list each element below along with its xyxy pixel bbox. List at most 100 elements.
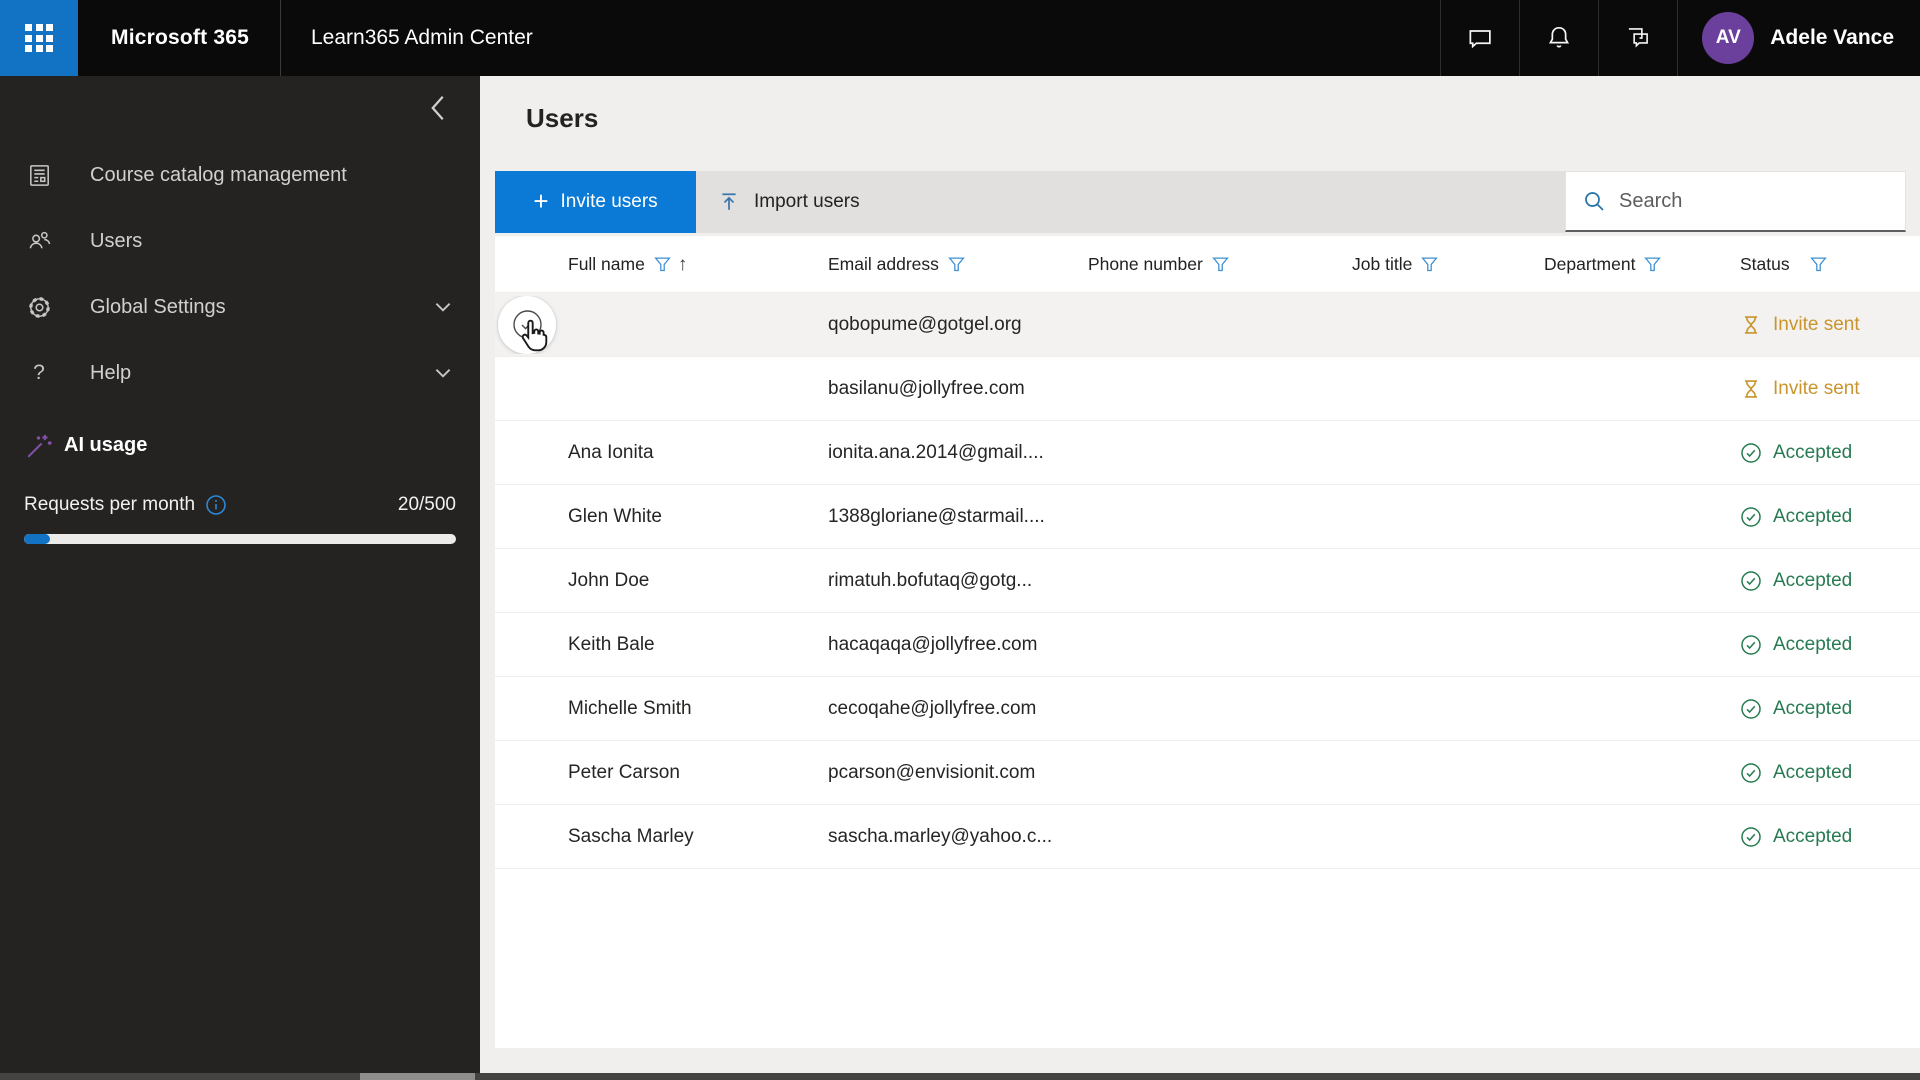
- cell-full-name: Keith Bale: [568, 634, 828, 656]
- import-users-button[interactable]: Import users: [696, 171, 1565, 233]
- cell-email: cecoqahe@jollyfree.com: [828, 698, 1088, 720]
- invite-sent-hourglass-icon: [1740, 378, 1762, 400]
- cell-email: rimatuh.bofutaq@gotg...: [828, 570, 1088, 592]
- account-menu[interactable]: AV Adele Vance: [1677, 0, 1920, 76]
- status-text: Accepted: [1773, 762, 1852, 784]
- chevron-down-icon[interactable]: [432, 296, 454, 318]
- table-row[interactable]: Ana Ionita ionita.ana.2014@gmail.... Acc…: [495, 421, 1920, 485]
- status-text: Invite sent: [1773, 378, 1860, 400]
- requests-per-month-row: Requests per month 20/500: [24, 494, 456, 516]
- accepted-check-icon: [1740, 506, 1762, 528]
- cell-status: Accepted: [1740, 570, 1920, 592]
- cell-email: hacaqaqa@jollyfree.com: [828, 634, 1088, 656]
- table-row[interactable]: John Doe rimatuh.bofutaq@gotg... Accepte…: [495, 549, 1920, 613]
- invite-users-label: Invite users: [561, 191, 658, 213]
- table-row[interactable]: basilanu@jollyfree.com Invite sent: [495, 357, 1920, 421]
- accepted-check-icon: [1740, 826, 1762, 848]
- messages-button[interactable]: [1440, 0, 1519, 76]
- avatar[interactable]: AV: [1702, 12, 1754, 64]
- help-icon: ?: [24, 358, 54, 388]
- requests-label: Requests per month: [24, 494, 195, 516]
- feedback-button[interactable]: [1598, 0, 1677, 76]
- header-email-address[interactable]: Email address: [828, 254, 1088, 275]
- cell-status: Accepted: [1740, 442, 1920, 464]
- table-row[interactable]: Peter Carson pcarson@envisionit.com Acce…: [495, 741, 1920, 805]
- status-text: Accepted: [1773, 442, 1852, 464]
- cell-full-name: Ana Ionita: [568, 442, 828, 464]
- chevron-down-icon[interactable]: [432, 362, 454, 384]
- learn365-admin-center: Microsoft 365 Learn365 Admin Center: [0, 0, 1920, 1080]
- status-text: Invite sent: [1773, 314, 1860, 336]
- status-text: Accepted: [1773, 698, 1852, 720]
- table-row[interactable]: qobopume@gotgel.org Invite sent: [495, 293, 1920, 357]
- usage-progress-fill: [24, 534, 50, 544]
- usage-progress-bar: [24, 534, 456, 544]
- sort-ascending-icon[interactable]: ↑: [678, 255, 688, 274]
- gear-icon: [24, 292, 54, 322]
- header-phone-number[interactable]: Phone number: [1088, 254, 1352, 275]
- sidebar-item-ai-usage[interactable]: AI usage: [24, 420, 456, 470]
- row-select-cell[interactable]: [495, 296, 568, 354]
- table-row[interactable]: Keith Bale hacaqaqa@jollyfree.com Accept…: [495, 613, 1920, 677]
- cell-full-name: Glen White: [568, 506, 828, 528]
- cell-full-name: Michelle Smith: [568, 698, 828, 720]
- catalog-icon: [24, 160, 54, 190]
- chevron-left-icon: [424, 93, 454, 123]
- header-status[interactable]: Status: [1740, 254, 1920, 275]
- table-row[interactable]: Sascha Marley sascha.marley@yahoo.c... A…: [495, 805, 1920, 869]
- brand-microsoft-365[interactable]: Microsoft 365: [78, 0, 280, 76]
- sidebar-nav-list: Course catalog management Users Global S…: [0, 142, 480, 406]
- status-text: Accepted: [1773, 570, 1852, 592]
- cell-email: pcarson@envisionit.com: [828, 762, 1088, 784]
- filter-icon[interactable]: [1212, 256, 1229, 273]
- cell-status: Accepted: [1740, 506, 1920, 528]
- invite-users-button[interactable]: + Invite users: [495, 171, 696, 233]
- app-title: Learn365 Admin Center: [281, 0, 563, 76]
- header-full-name[interactable]: Full name ↑: [568, 254, 828, 275]
- accepted-check-icon: [1740, 634, 1762, 656]
- page-title: Users: [526, 103, 598, 134]
- sidebar-nav: Course catalog management Users Global S…: [0, 76, 480, 1073]
- requests-value: 20/500: [398, 494, 456, 516]
- invite-sent-hourglass-icon: [1740, 314, 1762, 336]
- accepted-check-icon: [1740, 442, 1762, 464]
- import-users-label: Import users: [754, 191, 860, 213]
- sidebar-item-help[interactable]: ? Help: [0, 340, 480, 406]
- cell-status: Accepted: [1740, 826, 1920, 848]
- cell-status: Accepted: [1740, 634, 1920, 656]
- users-table: Full name ↑ Email address Phone number J…: [495, 236, 1920, 869]
- toolbar: + Invite users Import users: [495, 171, 1906, 233]
- collapse-sidebar-button[interactable]: [424, 93, 454, 123]
- accepted-check-icon: [1740, 570, 1762, 592]
- filter-icon[interactable]: [654, 256, 671, 273]
- cell-email: sascha.marley@yahoo.c...: [828, 826, 1088, 848]
- accepted-check-icon: [1740, 698, 1762, 720]
- table-row[interactable]: Glen White 1388gloriane@starmail.... Acc…: [495, 485, 1920, 549]
- horizontal-scrollbar[interactable]: [0, 1073, 1920, 1080]
- table-row[interactable]: Michelle Smith cecoqahe@jollyfree.com Ac…: [495, 677, 1920, 741]
- search-icon: [1583, 190, 1606, 213]
- notifications-button[interactable]: [1519, 0, 1598, 76]
- cell-full-name: Peter Carson: [568, 762, 828, 784]
- cell-email: ionita.ana.2014@gmail....: [828, 442, 1088, 464]
- app-launcher-button[interactable]: [0, 0, 78, 76]
- sidebar-item-users[interactable]: Users: [0, 208, 480, 274]
- header-job-title[interactable]: Job title: [1352, 254, 1544, 275]
- filter-icon[interactable]: [948, 256, 965, 273]
- sidebar-item-global-settings[interactable]: Global Settings: [0, 274, 480, 340]
- topbar-actions: AV Adele Vance: [1440, 0, 1920, 76]
- sidebar-collapse-row: [0, 76, 480, 140]
- filter-icon[interactable]: [1810, 256, 1827, 273]
- filter-icon[interactable]: [1421, 256, 1438, 273]
- filter-icon[interactable]: [1644, 256, 1661, 273]
- cell-email: qobopume@gotgel.org: [828, 314, 1088, 336]
- cell-status: Accepted: [1740, 762, 1920, 784]
- search-input[interactable]: [1619, 190, 1895, 213]
- header-department[interactable]: Department: [1544, 254, 1740, 275]
- sidebar-item-course-catalog[interactable]: Course catalog management: [0, 142, 480, 208]
- plus-icon: +: [533, 188, 548, 214]
- top-app-bar: Microsoft 365 Learn365 Admin Center: [0, 0, 1920, 76]
- row-select-button[interactable]: [498, 296, 556, 354]
- info-icon[interactable]: [205, 494, 227, 516]
- scrollbar-thumb[interactable]: [360, 1073, 475, 1080]
